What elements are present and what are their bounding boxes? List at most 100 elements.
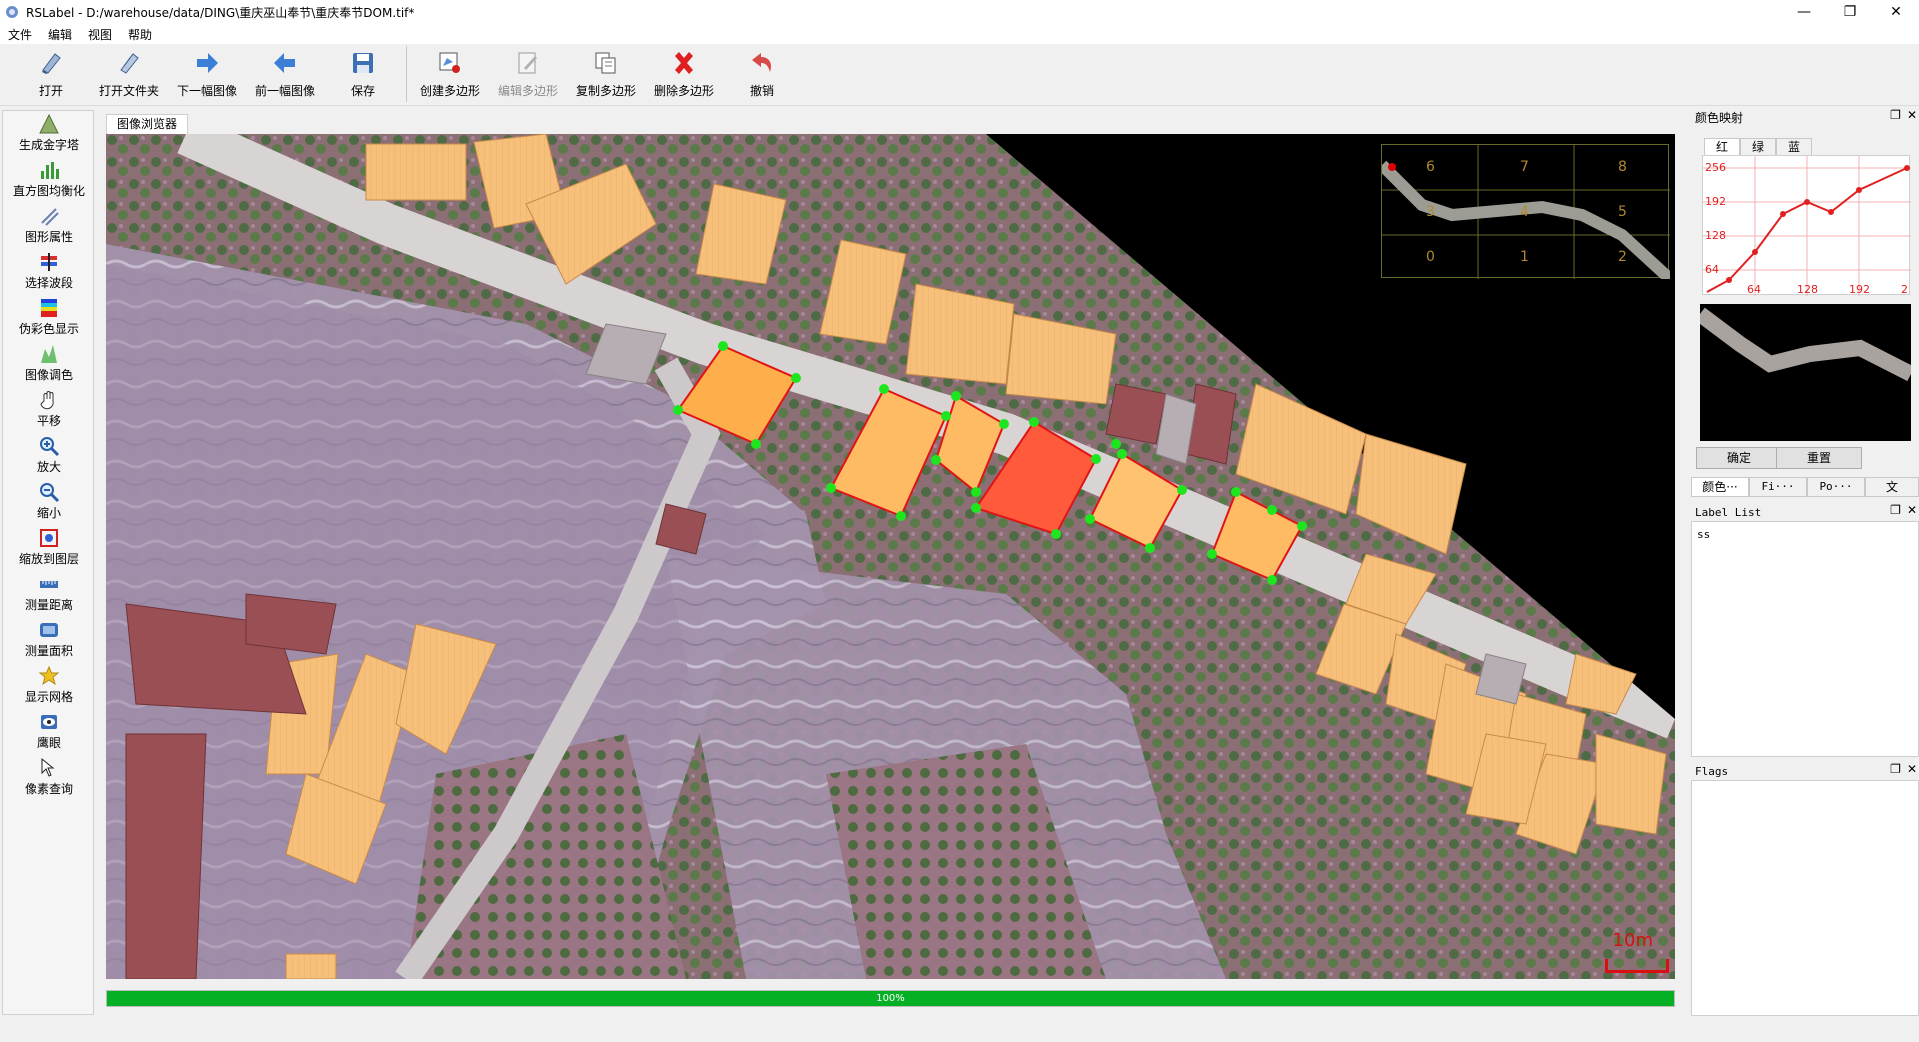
tab-po[interactable]: Po··· [1807,477,1865,497]
scale-label: 10m [1612,930,1653,951]
tab-text[interactable]: 文 [1865,477,1919,497]
tab-red[interactable]: 红 [1704,138,1740,156]
flags-list[interactable] [1691,780,1919,1016]
floppy-disk-icon [353,53,373,73]
delete-polygon-button[interactable]: 删除多边形 [645,44,723,102]
app-logo-icon [6,6,18,18]
label-list[interactable]: ss [1691,521,1919,757]
tool-pyramid[interactable]: 生成金字塔 [3,111,95,157]
tool-shape-attribute[interactable]: 图形属性 [3,203,95,249]
close-icon[interactable]: ✕ [1907,503,1917,517]
menu-edit[interactable]: 编辑 [40,26,80,43]
tool-eagle-eye[interactable]: 鹰眼 [3,709,95,755]
measure-area-icon [40,623,58,637]
tool-pan-hand[interactable]: 平移 [3,387,95,433]
label-item[interactable]: ss [1692,522,1918,541]
arrow-right-icon [197,53,218,73]
tool-color-adjust[interactable]: 图像调色 [3,341,95,387]
menu-help[interactable]: 帮助 [120,26,160,43]
tool-zoom-in[interactable]: 放大 [3,433,95,479]
zoom-in-icon [40,437,60,457]
color-map-panel: 颜色映射 ❐ ✕ [1691,108,1919,126]
overview-cell-label: 1 [1520,249,1529,265]
color-curve[interactable]: 256 192 128 64 64 128 192 2 [1702,155,1911,296]
prev-image-button[interactable]: 前一幅图像 [246,44,324,102]
confirm-button[interactable]: 确定 [1696,447,1782,469]
menu-file[interactable]: 文件 [0,26,40,43]
arrow-left-icon [274,53,295,73]
tool-zoom-to-layer[interactable]: 缩放到图层 [3,525,95,571]
next-image-button[interactable]: 下一幅图像 [168,44,246,102]
open-folder-button[interactable]: 打开文件夹 [90,44,168,102]
measure-distance-icon [40,581,58,588]
tab-color[interactable]: 颜色··· [1691,477,1749,497]
tool-label: 像素查询 [24,782,73,796]
create-polygon-button[interactable]: 创建多边形 [411,44,489,102]
close-icon[interactable]: ✕ [1907,762,1917,776]
label-list-panel: Label List ❐ ✕ [1691,503,1919,521]
tool-label: 平移 [36,414,61,428]
float-icon[interactable]: ❐ [1890,503,1901,517]
tool-panel: 生成金字塔直方图均衡化 图形属性选择波段伪彩色显示 图像调色平移放大缩小缩放到图层测… [2,110,94,1015]
copy-polygon-button[interactable]: 复制多边形 [567,44,645,102]
float-icon[interactable]: ❐ [1890,762,1901,776]
close-icon[interactable]: ✕ [1907,108,1917,122]
tool-label: 显示网格 [24,690,73,704]
progress-text: 100% [876,993,905,1004]
tool-label: 缩放到图层 [18,552,79,566]
tool-band-select[interactable]: 选择波段 [3,249,95,295]
open-file-icon [42,53,61,74]
grid-icon [38,665,60,686]
tab-green[interactable]: 绿 [1740,138,1776,156]
save-button[interactable]: 保存 [324,44,402,102]
y-tick-192: 192 [1705,195,1726,208]
tool-label: 选择波段 [24,276,73,290]
tool-label: 图形属性 [24,230,73,244]
y-tick-128: 128 [1705,229,1726,242]
toolbar-separator [406,46,407,102]
tool-label: 缩小 [36,506,61,520]
edit-polygon-button[interactable]: 编辑多边形 [489,44,567,102]
tool-grid[interactable]: 显示网格 [3,663,95,709]
overview-cell-label: 0 [1426,249,1435,265]
pyramid-icon [39,113,59,134]
create-polygon-icon [439,52,460,73]
overview-cell-label: 8 [1618,159,1627,175]
undo-button[interactable]: 撤销 [723,44,801,102]
open-button[interactable]: 打开 [12,44,90,102]
pseudo-color-icon [41,299,57,317]
minimize-button[interactable]: — [1781,0,1827,24]
image-thumbnail [1695,304,1915,441]
overview-navigator[interactable]: 6 7 8 3 4 5 0 1 2 [1377,144,1675,284]
tab-blue[interactable]: 蓝 [1776,138,1812,156]
flags-title: Flags [1695,764,1729,778]
overview-cell-label: 5 [1618,204,1627,220]
curve-plot[interactable]: 256 192 128 64 64 128 192 2 [1703,156,1911,296]
zoom-out-icon [40,483,60,503]
flags-panel: Flags ❐ ✕ [1691,762,1919,780]
float-icon[interactable]: ❐ [1890,108,1901,122]
rslabel-window: RSLabel - D:/warehouse/data/DING\重庆巫山奉节\… [0,0,1919,1042]
y-tick-256: 256 [1705,161,1726,174]
image-viewer[interactable]: 6 7 8 3 4 5 0 1 2 10m [106,134,1675,979]
tool-pixel-query[interactable]: 像素查询 [3,755,95,801]
tool-zoom-out[interactable]: 缩小 [3,479,95,525]
close-button[interactable]: ✕ [1873,0,1919,24]
open-folder-icon [120,53,139,74]
tool-histogram[interactable]: 直方图均衡化 [3,157,95,203]
shape-attribute-icon [41,208,59,226]
progress-bar: 100% [106,990,1675,1007]
overview-cell-label: 7 [1520,159,1529,175]
reset-button[interactable]: 重置 [1776,447,1862,469]
maximize-button[interactable]: ❐ [1827,0,1873,24]
band-select-icon [41,253,57,271]
color-map-title-bar: 颜色映射 ❐ ✕ [1691,108,1919,126]
tab-fi[interactable]: Fi··· [1749,477,1807,497]
tool-pseudo-color[interactable]: 伪彩色显示 [3,295,95,341]
tab-image-browser[interactable]: 图像浏览器 [106,114,188,134]
menu-view[interactable]: 视图 [80,26,120,43]
tool-measure-area[interactable]: 测量面积 [3,617,95,663]
tool-measure-distance[interactable]: 测量距离 [3,571,95,617]
dock-tab-bar: 颜色··· Fi··· Po··· 文 [1691,477,1919,497]
tool-label: 直方图均衡化 [12,184,85,198]
